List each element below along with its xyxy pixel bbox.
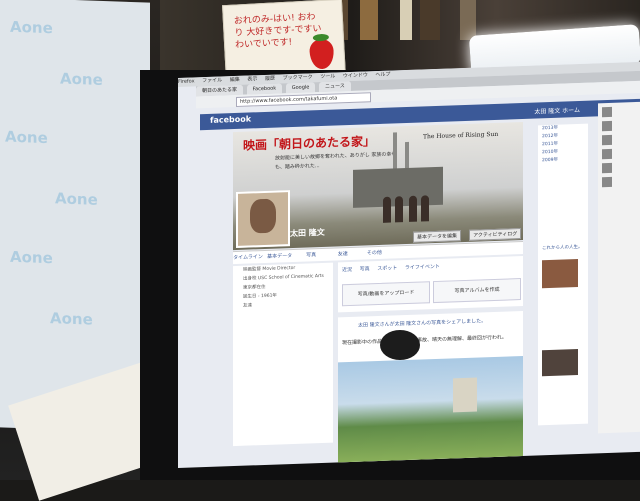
- post-body: 現在撮影中の作品。放射能、主な事故、晴天の無理解、最終回が行われ。: [342, 334, 507, 347]
- composer-tab[interactable]: スポット: [377, 265, 397, 272]
- chat-avatar[interactable]: [602, 106, 612, 118]
- facebook-nav[interactable]: 太田 隆文 ホーム: [534, 105, 580, 116]
- composer-tab[interactable]: 近況: [342, 267, 352, 273]
- chat-avatar[interactable]: [602, 176, 612, 188]
- tab-more[interactable]: その他: [359, 247, 389, 260]
- right-sidebar: 2013年 2012年 2011年 2010年 2009年 これから人の人生。: [538, 123, 588, 426]
- chat-avatar[interactable]: [602, 148, 612, 160]
- url-input[interactable]: http://www.facebook.com/takafumi.ota: [236, 92, 371, 107]
- menu-item[interactable]: Firefox: [178, 78, 195, 85]
- chat-sidebar: [598, 101, 640, 434]
- menu-item[interactable]: ウインドウ: [343, 72, 368, 79]
- watermark-text: Aone: [50, 309, 93, 329]
- post-header[interactable]: 太田 隆文さんが太田 隆文さんの写真をシェアしました。: [358, 317, 486, 328]
- composer-tabs: 近況 写真 スポット ライフイベント: [342, 263, 446, 273]
- status-composer: 近況 写真 スポット ライフイベント 写真/動画をアップロード 写真アルバムを作…: [338, 255, 523, 313]
- face: [250, 198, 276, 234]
- person: [395, 196, 403, 223]
- tab-friends[interactable]: 友達: [328, 248, 358, 261]
- activity-log-button[interactable]: アクティビティログ: [469, 228, 522, 241]
- cover-title-en: The House of Rising Sun: [423, 130, 499, 141]
- watermark-text: Aone: [10, 17, 53, 38]
- tab-about[interactable]: 基本データ: [265, 250, 295, 263]
- year-link[interactable]: 2009年: [538, 156, 588, 166]
- menu-item[interactable]: ファイル: [202, 77, 222, 84]
- profile-name[interactable]: 太田 隆文: [290, 227, 325, 239]
- edit-profile-button[interactable]: 基本データを編集: [413, 230, 462, 243]
- menu-item[interactable]: ツール: [320, 74, 335, 81]
- menu-item[interactable]: ブックマーク: [283, 74, 313, 81]
- watermark-text: Aone: [55, 189, 98, 209]
- composer-tab[interactable]: 写真: [360, 266, 370, 272]
- sidebar-caption: これから人の人生。: [542, 244, 583, 252]
- person: [409, 195, 417, 222]
- left-column: 映画監督 Movie Director 出身校 USC School of Ci…: [233, 262, 333, 447]
- upload-photo-button[interactable]: 写真/動画をアップロード: [342, 281, 430, 307]
- screen: Firefox ファイル 編集 表示 履歴 ブックマーク ツール ウインドウ ヘ…: [178, 61, 640, 468]
- timeline-post: 太田 隆文さんが太田 隆文さんの写真をシェアしました。 現在撮影中の作品。放射能…: [338, 310, 523, 468]
- cover-title: 映画「朝日のあたる家」: [243, 134, 376, 153]
- chat-avatar[interactable]: [602, 134, 612, 146]
- chat-avatar[interactable]: [602, 120, 612, 132]
- building: [453, 377, 477, 413]
- profile-picture[interactable]: [236, 190, 290, 248]
- post-photo[interactable]: [338, 355, 523, 468]
- menu-item[interactable]: 履歴: [265, 76, 275, 82]
- composer-tab[interactable]: ライフイベント: [405, 264, 440, 271]
- person: [421, 195, 429, 222]
- tab-photos[interactable]: 写真: [296, 249, 326, 262]
- sidebar-thumbnail[interactable]: [542, 349, 578, 377]
- create-album-button[interactable]: 写真アルバムを作成: [433, 278, 521, 304]
- menu-item[interactable]: ヘルプ: [375, 72, 390, 79]
- camera-reflection: [380, 330, 420, 360]
- menu-item[interactable]: 編集: [230, 77, 240, 83]
- watermark-text: Aone: [10, 247, 53, 268]
- sidebar-thumbnail[interactable]: [542, 259, 578, 289]
- chat-avatar[interactable]: [602, 162, 612, 174]
- strawberry-icon: [308, 38, 335, 70]
- person: [383, 196, 391, 223]
- tab-timeline[interactable]: タイムライン: [233, 251, 263, 264]
- facebook-logo[interactable]: facebook: [210, 114, 251, 124]
- watermark-text: Aone: [60, 69, 103, 89]
- chimney: [393, 132, 397, 173]
- menu-item[interactable]: 表示: [247, 76, 257, 82]
- profile-buttons: 基本データを編集 アクティビティログ: [413, 220, 524, 243]
- watermark-text: Aone: [5, 127, 48, 148]
